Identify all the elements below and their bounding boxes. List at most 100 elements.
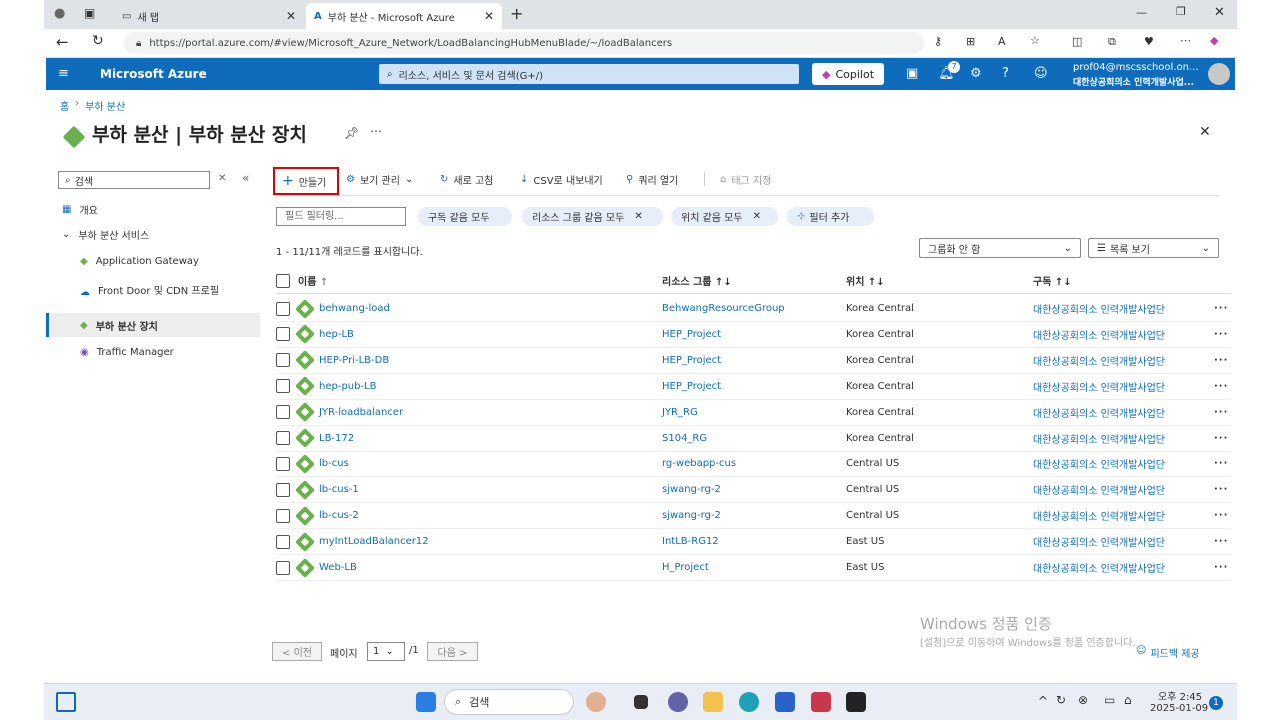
cell-resource-group[interactable]: HEP_Project bbox=[662, 355, 721, 366]
row-checkbox[interactable] bbox=[276, 327, 290, 342]
header-subscription[interactable]: 구독 ↑↓ bbox=[1033, 273, 1072, 288]
favorite-icon[interactable]: ☆ bbox=[1030, 34, 1040, 47]
table-row[interactable]: JYR-loadbalancer JYR_RG Korea Central 대한상공회… bbox=[276, 400, 1231, 426]
add-filter-button[interactable]: ⊹ 필터 추가 bbox=[787, 207, 874, 226]
cell-name[interactable]: lb-cus-2 bbox=[319, 510, 359, 521]
apps-icon[interactable]: ⊞ bbox=[966, 35, 975, 48]
table-row[interactable]: LB-172 S104_RG Korea Central 대한상공회의소 인력개발사업… bbox=[276, 426, 1231, 452]
copilot-button[interactable]: ◆ Copilot bbox=[812, 63, 884, 85]
cell-resource-group[interactable]: IntLB-RG12 bbox=[662, 536, 719, 547]
start-icon[interactable] bbox=[416, 692, 436, 712]
user-email[interactable]: prof04@mscsschool.on... bbox=[1073, 62, 1199, 73]
leftnav-search-input[interactable]: ⌕ 검색 bbox=[58, 171, 210, 189]
close-tab-icon[interactable]: ✕ bbox=[484, 9, 494, 23]
nav-front-door[interactable]: ☁ Front Door 및 CDN 프로필 bbox=[46, 276, 260, 308]
cell-subscription[interactable]: 대한상공회의소 인력개발사업단 bbox=[1033, 534, 1165, 549]
display-icon[interactable]: ▭ bbox=[1104, 693, 1115, 707]
cell-subscription[interactable]: 대한상공회의소 인력개발사업단 bbox=[1033, 301, 1165, 316]
terminal-icon[interactable] bbox=[846, 692, 866, 712]
snipping-icon[interactable] bbox=[811, 692, 831, 712]
header-name[interactable]: 이름 ↑ bbox=[298, 273, 328, 288]
cell-name[interactable]: LB-172 bbox=[319, 433, 354, 444]
cell-subscription[interactable]: 대한상공회의소 인력개발사업단 bbox=[1033, 508, 1165, 523]
manage-view-button[interactable]: ⚙ 보기 관리 ⌄ bbox=[346, 168, 413, 190]
network-icon[interactable]: ⌂ bbox=[1124, 693, 1132, 707]
table-row[interactable]: Web-LB H_Project East US 대한상공회의소 인력개발사업단 ··· bbox=[276, 555, 1231, 581]
filter-subscription-pill[interactable]: 구독 같음 모두 bbox=[418, 207, 512, 226]
teams-icon[interactable] bbox=[668, 692, 688, 712]
back-icon[interactable]: ← bbox=[56, 33, 69, 51]
cell-name[interactable]: behwang-load bbox=[319, 303, 390, 314]
task-view-icon[interactable] bbox=[634, 695, 648, 709]
close-tab-icon[interactable]: ✕ bbox=[286, 9, 296, 23]
more-options-icon[interactable]: ⋯ bbox=[370, 124, 382, 138]
user-org[interactable]: 대한상공회의소 인력개발사업... bbox=[1073, 75, 1194, 88]
filter-location-pill[interactable]: 위치 같음 모두 ✕ bbox=[671, 207, 778, 226]
export-csv-button[interactable]: ↓ CSV로 내보내기 bbox=[520, 168, 603, 190]
cell-name[interactable]: JYR-loadbalancer bbox=[319, 407, 403, 418]
table-row[interactable]: lb-cus-1 sjwang-rg-2 Central US 대한상공회의소 인력개… bbox=[276, 477, 1231, 504]
help-icon[interactable]: ? bbox=[1002, 66, 1009, 81]
table-row[interactable]: myIntLoadBalancer12 IntLB-RG12 East US 대한상공… bbox=[276, 529, 1231, 556]
row-more-icon[interactable]: ··· bbox=[1214, 407, 1228, 418]
row-more-icon[interactable]: ··· bbox=[1214, 536, 1228, 547]
header-location[interactable]: 위치 ↑↓ bbox=[846, 273, 885, 288]
table-row[interactable]: HEP-Pri-LB-DB HEP_Project Korea Central 대한상… bbox=[276, 348, 1231, 374]
row-checkbox[interactable] bbox=[276, 456, 290, 471]
row-checkbox[interactable] bbox=[276, 560, 290, 575]
azure-brand[interactable]: Microsoft Azure bbox=[100, 67, 207, 81]
extensions-icon[interactable]: ♥ bbox=[1144, 35, 1154, 48]
row-more-icon[interactable]: ··· bbox=[1214, 433, 1228, 444]
breadcrumb-home[interactable]: 홈 bbox=[60, 98, 69, 113]
cell-resource-group[interactable]: S104_RG bbox=[662, 433, 707, 444]
table-row[interactable]: lb-cus rg-webapp-cus Central US 대한상공회의소 인력개… bbox=[276, 451, 1231, 478]
tab-new[interactable]: ▭ 새 탭 ✕ bbox=[114, 3, 304, 29]
view-select[interactable]: ☰ 목록 보기 ⌄ bbox=[1088, 238, 1219, 258]
search-highlight-icon[interactable] bbox=[586, 692, 606, 712]
cell-subscription[interactable]: 대한상공회의소 인력개발사업단 bbox=[1033, 482, 1165, 497]
row-more-icon[interactable]: ··· bbox=[1214, 329, 1228, 340]
cell-subscription[interactable]: 대한상공회의소 인력개발사업단 bbox=[1033, 456, 1165, 471]
cell-subscription[interactable]: 대한상공회의소 인력개발사업단 bbox=[1033, 379, 1165, 394]
close-icon[interactable]: ✕ bbox=[634, 211, 642, 222]
cell-name[interactable]: lb-cus-1 bbox=[319, 484, 359, 495]
sync-icon[interactable]: ↻ bbox=[1056, 693, 1066, 707]
table-row[interactable]: behwang-load BehwangResourceGroup Korea Ce… bbox=[276, 296, 1231, 322]
table-row[interactable]: hep-pub-LB HEP_Project Korea Central 대한상공회의… bbox=[276, 374, 1231, 400]
nav-load-balancers[interactable]: ◆ 부하 분산 장치 bbox=[46, 313, 260, 337]
row-checkbox[interactable] bbox=[276, 353, 290, 368]
new-tab-button[interactable]: + bbox=[510, 4, 523, 23]
breadcrumb-current[interactable]: 부하 분산 bbox=[85, 98, 125, 113]
cell-resource-group[interactable]: rg-webapp-cus bbox=[662, 458, 736, 469]
tray-chevron-icon[interactable]: ^ bbox=[1038, 694, 1048, 708]
cell-name[interactable]: hep-LB bbox=[319, 329, 354, 340]
row-more-icon[interactable]: ··· bbox=[1214, 303, 1228, 314]
settings-icon[interactable]: ⚙ bbox=[970, 66, 982, 81]
row-more-icon[interactable]: ··· bbox=[1214, 458, 1228, 469]
tab-azure[interactable]: A 부하 분산 - Microsoft Azure ✕ bbox=[306, 3, 502, 29]
collections-icon[interactable]: ⧉ bbox=[1108, 35, 1116, 49]
nav-traffic-manager[interactable]: ◉ Traffic Manager bbox=[46, 340, 260, 364]
avatar[interactable] bbox=[1208, 63, 1230, 85]
row-checkbox[interactable] bbox=[276, 405, 290, 420]
tab-actions-icon[interactable]: ▣ bbox=[84, 6, 95, 20]
cell-subscription[interactable]: 대한상공회의소 인력개발사업단 bbox=[1033, 560, 1165, 575]
cell-subscription[interactable]: 대한상공회의소 인력개발사업단 bbox=[1033, 431, 1165, 446]
row-more-icon[interactable]: ··· bbox=[1214, 484, 1228, 495]
cell-name[interactable]: HEP-Pri-LB-DB bbox=[319, 355, 389, 366]
hamburger-icon[interactable]: ≡ bbox=[58, 66, 69, 81]
cell-resource-group[interactable]: HEP_Project bbox=[662, 381, 721, 392]
taskbar-search-input[interactable]: ⌕ 검색 bbox=[444, 689, 574, 715]
next-page-button[interactable]: 다음 > bbox=[427, 642, 478, 661]
cell-resource-group[interactable]: BehwangResourceGroup bbox=[662, 303, 785, 314]
status-error-icon[interactable]: ⊗ bbox=[1078, 693, 1088, 707]
close-window-icon[interactable]: ✕ bbox=[1214, 5, 1225, 20]
nav-application-gateway[interactable]: ◆ Application Gateway bbox=[46, 249, 260, 273]
create-button[interactable]: + 만들기 bbox=[273, 167, 339, 195]
row-checkbox[interactable] bbox=[276, 379, 290, 394]
widgets-icon[interactable] bbox=[56, 692, 76, 712]
row-more-icon[interactable]: ··· bbox=[1214, 381, 1228, 392]
feedback-header-icon[interactable]: ☺ bbox=[1034, 66, 1048, 81]
row-checkbox[interactable] bbox=[276, 534, 290, 549]
split-screen-icon[interactable]: ◫ bbox=[1072, 35, 1082, 48]
